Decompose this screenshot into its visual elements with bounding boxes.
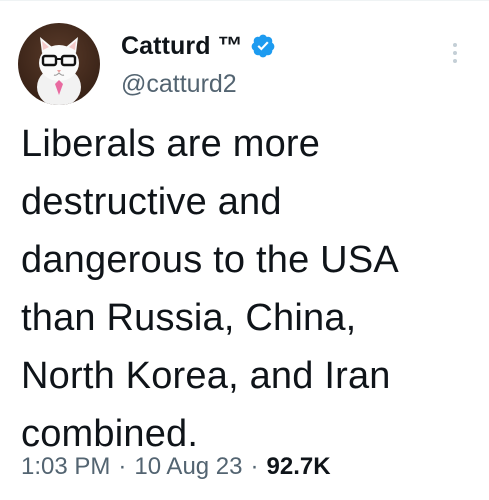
user-name-row: Catturd ™ xyxy=(121,31,276,61)
meta-separator: · xyxy=(118,453,127,480)
verified-badge-icon xyxy=(250,33,276,59)
meta-separator: · xyxy=(250,453,259,480)
cat-avatar-icon xyxy=(37,37,81,105)
tweet-date[interactable]: 10 Aug 23 xyxy=(134,453,242,480)
user-handle[interactable]: @catturd2 xyxy=(121,70,237,99)
tweet-card: Catturd ™ @catturd2 Liberals are more de… xyxy=(0,0,489,500)
view-count: 92.7K xyxy=(266,453,331,480)
more-options-icon[interactable] xyxy=(451,41,459,65)
display-name[interactable]: Catturd ™ xyxy=(121,32,243,61)
tweet-meta: 1:03 PM · 10 Aug 23 · 92.7K xyxy=(21,453,331,481)
tweet-text: Liberals are more destructive and danger… xyxy=(21,123,399,455)
avatar[interactable] xyxy=(18,23,100,105)
tweet-time[interactable]: 1:03 PM xyxy=(21,453,110,480)
